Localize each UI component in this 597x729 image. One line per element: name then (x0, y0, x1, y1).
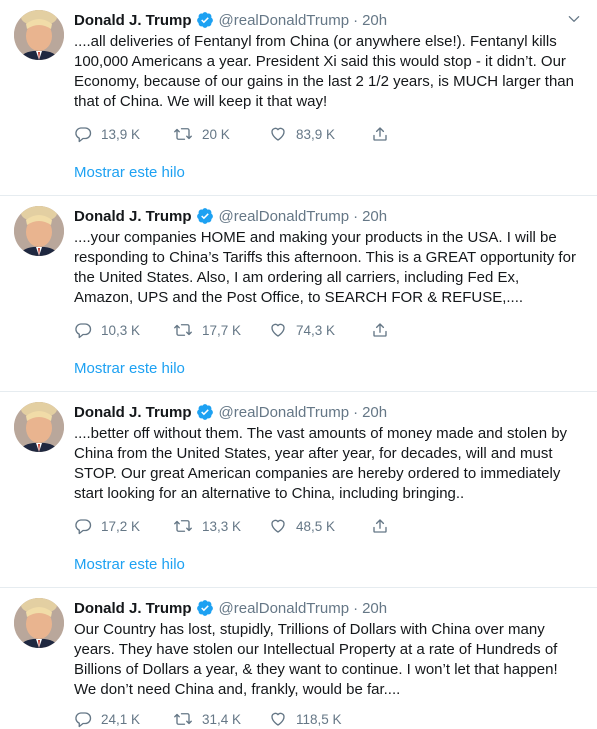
retweet-button[interactable]: 31,4 K (173, 710, 269, 728)
tweet-header: Donald J. Trump @realDonaldTrump · 20h (74, 9, 581, 31)
separator-dot: · (353, 11, 359, 29)
retweet-button[interactable]: 20 K (173, 125, 269, 143)
user-handle[interactable]: @realDonaldTrump (219, 600, 350, 617)
comment-bubble-icon (75, 519, 92, 535)
avatar[interactable] (14, 402, 64, 452)
comment-bubble-icon (75, 712, 92, 728)
tweet-actions: 24,1 K 31,4 K 118,5 K (74, 709, 581, 729)
tweet-text: Our Country has lost, stupidly, Trillion… (74, 621, 558, 698)
tweet-header: Donald J. Trump @realDonaldTrump · 20h (74, 597, 581, 619)
like-count: 83,9 K (296, 126, 336, 142)
user-handle[interactable]: @realDonaldTrump (219, 12, 350, 29)
comment-bubble-icon (75, 127, 92, 143)
comment-bubble-icon (75, 323, 92, 339)
tweet-text: ....better off without them. The vast am… (74, 425, 568, 502)
reply-count: 13,9 K (101, 126, 141, 142)
show-thread-link[interactable]: Mostrar este hilo (74, 144, 581, 195)
retweet-button[interactable]: 13,3 K (173, 517, 269, 535)
share-upload-icon (373, 519, 387, 533)
reply-button[interactable]: 24,1 K (74, 710, 173, 728)
chevron-down-icon[interactable] (567, 12, 581, 26)
verified-badge-icon (196, 403, 214, 421)
retweet-count: 31,4 K (202, 711, 242, 727)
reply-count: 24,1 K (101, 711, 141, 727)
reply-count: 17,2 K (101, 518, 141, 534)
heart-icon (271, 323, 285, 337)
verified-badge-icon (196, 207, 214, 225)
tweet-text: ....all deliveries of Fentanyl from Chin… (74, 33, 574, 110)
tweet-actions: 17,2 K 13,3 K 48,5 K (74, 516, 581, 536)
separator-dot: · (353, 599, 359, 617)
display-name[interactable]: Donald J. Trump (74, 600, 192, 617)
retweet-count: 17,7 K (202, 322, 242, 338)
avatar[interactable] (14, 598, 64, 648)
tweet-actions: 10,3 K 17,7 K 74,3 K (74, 320, 581, 340)
like-button[interactable]: 48,5 K (269, 517, 371, 535)
retweet-icon (174, 520, 192, 532)
share-button[interactable] (371, 517, 398, 535)
timestamp[interactable]: 20h (362, 208, 387, 225)
retweet-icon (174, 128, 192, 140)
heart-icon (271, 519, 285, 533)
timestamp[interactable]: 20h (362, 600, 387, 617)
retweet-count: 13,3 K (202, 518, 242, 534)
retweet-icon (174, 324, 192, 336)
retweet-count: 20 K (202, 126, 230, 142)
share-button[interactable] (371, 321, 398, 339)
reply-button[interactable]: 10,3 K (74, 321, 173, 339)
user-handle[interactable]: @realDonaldTrump (219, 208, 350, 225)
like-button[interactable]: 83,9 K (269, 125, 371, 143)
tweet[interactable]: Donald J. Trump @realDonaldTrump · 20h .… (0, 0, 597, 196)
show-thread-link[interactable]: Mostrar este hilo (74, 340, 581, 391)
display-name[interactable]: Donald J. Trump (74, 208, 192, 225)
separator-dot: · (353, 403, 359, 421)
tweet-actions: 13,9 K 20 K 83,9 K (74, 124, 581, 144)
retweet-button[interactable]: 17,7 K (173, 321, 269, 339)
share-upload-icon (373, 127, 387, 141)
tweet[interactable]: Donald J. Trump @realDonaldTrump · 20h O… (0, 588, 597, 729)
tweet-header: Donald J. Trump @realDonaldTrump · 20h (74, 205, 581, 227)
timestamp[interactable]: 20h (362, 12, 387, 29)
timestamp[interactable]: 20h (362, 404, 387, 421)
retweet-icon (174, 713, 192, 725)
like-button[interactable]: 74,3 K (269, 321, 371, 339)
tweet-feed: Donald J. Trump @realDonaldTrump · 20h .… (0, 0, 597, 729)
display-name[interactable]: Donald J. Trump (74, 404, 192, 421)
display-name[interactable]: Donald J. Trump (74, 12, 192, 29)
heart-icon (271, 127, 285, 141)
verified-badge-icon (196, 11, 214, 29)
separator-dot: · (353, 207, 359, 225)
reply-button[interactable]: 17,2 K (74, 517, 173, 535)
tweet[interactable]: Donald J. Trump @realDonaldTrump · 20h .… (0, 392, 597, 588)
share-upload-icon (373, 323, 387, 337)
avatar[interactable] (14, 206, 64, 256)
show-thread-link[interactable]: Mostrar este hilo (74, 536, 581, 587)
heart-icon (271, 712, 285, 726)
tweet-text: ....your companies HOME and making your … (74, 229, 576, 306)
verified-badge-icon (196, 599, 214, 617)
tweet[interactable]: Donald J. Trump @realDonaldTrump · 20h .… (0, 196, 597, 392)
reply-count: 10,3 K (101, 322, 141, 338)
avatar[interactable] (14, 10, 64, 60)
like-count: 74,3 K (296, 322, 336, 338)
tweet-header: Donald J. Trump @realDonaldTrump · 20h (74, 401, 581, 423)
like-button[interactable]: 118,5 K (269, 710, 371, 728)
like-count: 118,5 K (296, 711, 342, 727)
share-button[interactable] (371, 125, 398, 143)
reply-button[interactable]: 13,9 K (74, 125, 173, 143)
user-handle[interactable]: @realDonaldTrump (219, 404, 350, 421)
like-count: 48,5 K (296, 518, 336, 534)
